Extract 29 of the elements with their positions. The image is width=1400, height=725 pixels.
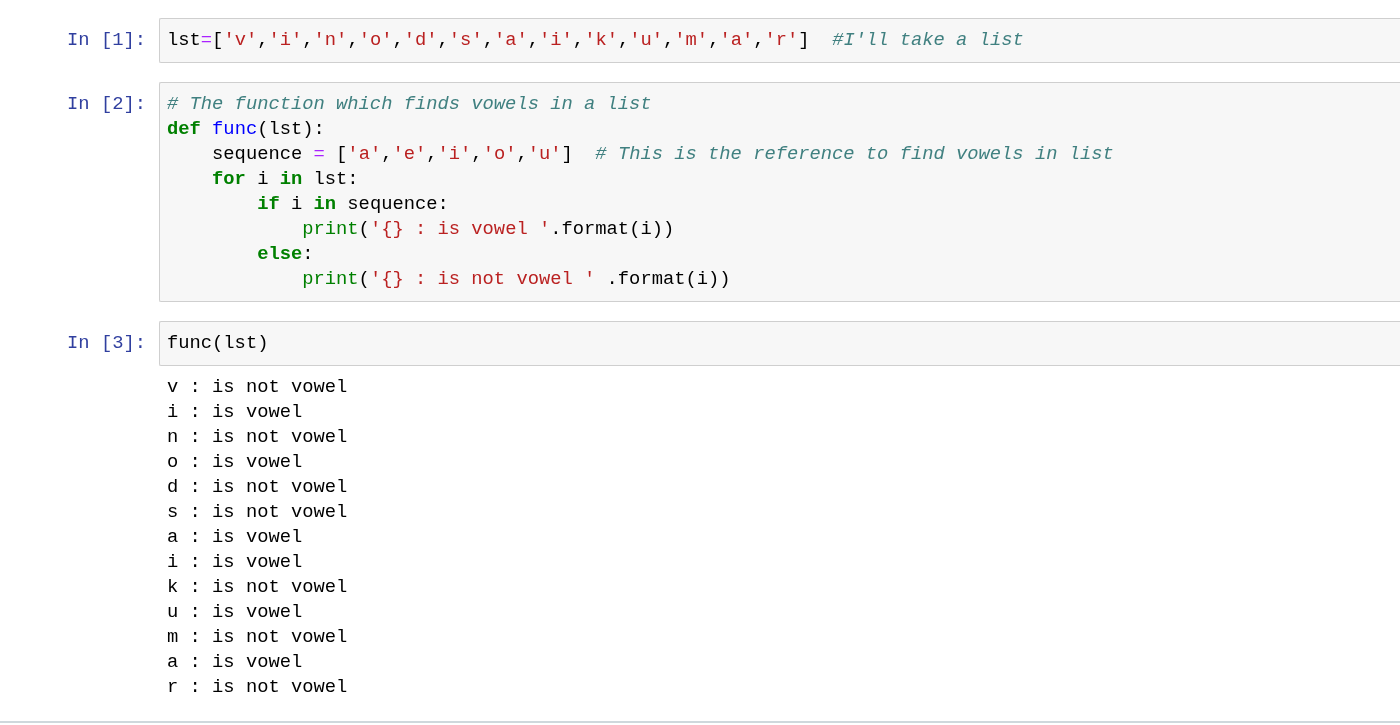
code-line: if i in sequence: (256, 192, 449, 217)
code-line: func(lst) (167, 331, 269, 356)
code-line: sequence = ['a','e','i','o','u'] # This is the reference to find vowels in list (211, 142, 1114, 167)
output-line: k : is not vowel (167, 575, 348, 600)
code-line: # The function which finds vowels in a list (167, 92, 652, 117)
code-line: for i in lst: (211, 167, 359, 192)
output-line: v : is not vowel (167, 375, 348, 400)
output-line: r : is not vowel (167, 675, 348, 700)
output-line: a : is vowel (167, 525, 303, 550)
output-line: i : is vowel (167, 550, 303, 575)
code-line: print('{} : is vowel '.format(i)) (301, 217, 675, 242)
output-line: s : is not vowel (167, 500, 348, 525)
output-line: i : is vowel (167, 400, 303, 425)
output-line: m : is not vowel (167, 625, 348, 650)
output-line: a : is vowel (167, 650, 303, 675)
code-input[interactable]: func(lst) (159, 321, 1400, 366)
code-input[interactable]: lst=['v','i','n','o','d','s','a','i','k','u','m','a','r'] #I'll take a list (159, 18, 1400, 63)
code-line: lst=['v','i','n','o','d','s','a','i','k','u','m','a','r'] #I'll take a list (167, 28, 1024, 53)
cell-prompt: In [2]: (66, 92, 147, 117)
output-line: o : is vowel (167, 450, 303, 475)
code-line: def func(lst): (167, 117, 325, 142)
output-line: n : is not vowel (167, 425, 348, 450)
code-line: print('{} : is not vowel ' .format(i)) (301, 267, 731, 292)
code-input[interactable] (159, 82, 1400, 302)
output-line: u : is vowel (167, 600, 303, 625)
output-line: d : is not vowel (167, 475, 348, 500)
cell-prompt: In [1]: (66, 28, 147, 53)
cell-prompt: In [3]: (66, 331, 147, 356)
code-line: else: (256, 242, 314, 267)
